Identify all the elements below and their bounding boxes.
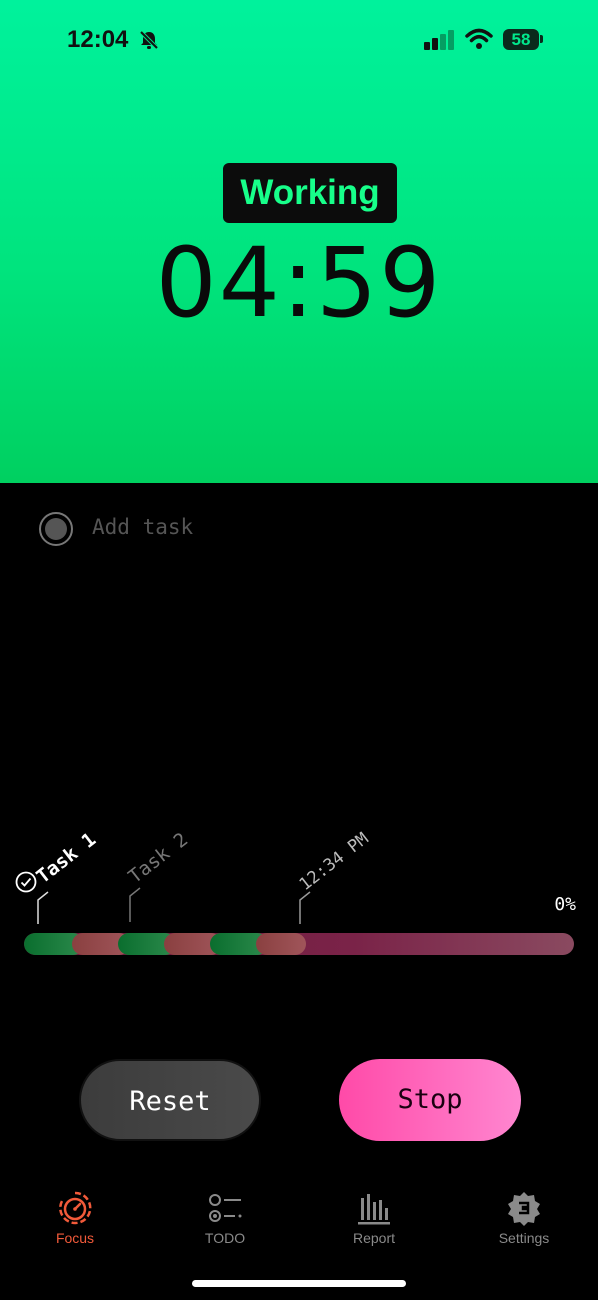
stop-button[interactable]: Stop xyxy=(339,1059,521,1141)
reset-button[interactable]: Reset xyxy=(79,1059,261,1141)
timer-icon xyxy=(59,1191,92,1225)
timeline-task1-label: Task 1 xyxy=(32,828,101,888)
gear-icon xyxy=(508,1192,540,1226)
task1-tick xyxy=(37,891,49,924)
tab-focus-label: Focus xyxy=(55,1230,95,1246)
tab-focus[interactable]: Focus xyxy=(15,1190,135,1246)
mode-badge: Working xyxy=(223,163,397,223)
status-time: 12:04 xyxy=(67,26,129,53)
home-indicator[interactable] xyxy=(192,1280,406,1287)
tab-settings[interactable]: Settings xyxy=(464,1190,584,1246)
timer-panel: 12:04 58 Working 04:59 xyxy=(0,0,598,483)
wifi-icon xyxy=(465,28,493,49)
progress-percent: 0% xyxy=(554,894,576,915)
segment-break xyxy=(256,933,306,955)
tab-report-label: Report xyxy=(352,1230,396,1246)
tab-report[interactable]: Report xyxy=(314,1190,434,1246)
bar-chart-icon xyxy=(358,1194,390,1225)
check-circle-icon xyxy=(15,871,37,893)
radio-circle-icon xyxy=(39,512,73,546)
cellular-signal-icon xyxy=(424,30,454,50)
tab-todo-label: TODO xyxy=(204,1230,246,1246)
timeline-time-marker: 12:34 PM xyxy=(295,828,373,895)
checklist-icon xyxy=(209,1194,242,1222)
task2-tick xyxy=(129,887,141,922)
bell-muted-icon xyxy=(139,30,159,50)
battery-level: 58 xyxy=(503,29,539,50)
session-progress-bar xyxy=(24,933,574,955)
tab-todo[interactable]: TODO xyxy=(165,1190,285,1246)
battery-icon xyxy=(540,35,543,43)
tab-settings-label: Settings xyxy=(498,1230,550,1246)
timeline-task2-label: Task 2 xyxy=(124,828,193,888)
countdown-timer: 04:59 xyxy=(155,227,443,339)
time-marker-tick xyxy=(299,891,311,924)
add-task-label: Add task xyxy=(92,515,194,539)
